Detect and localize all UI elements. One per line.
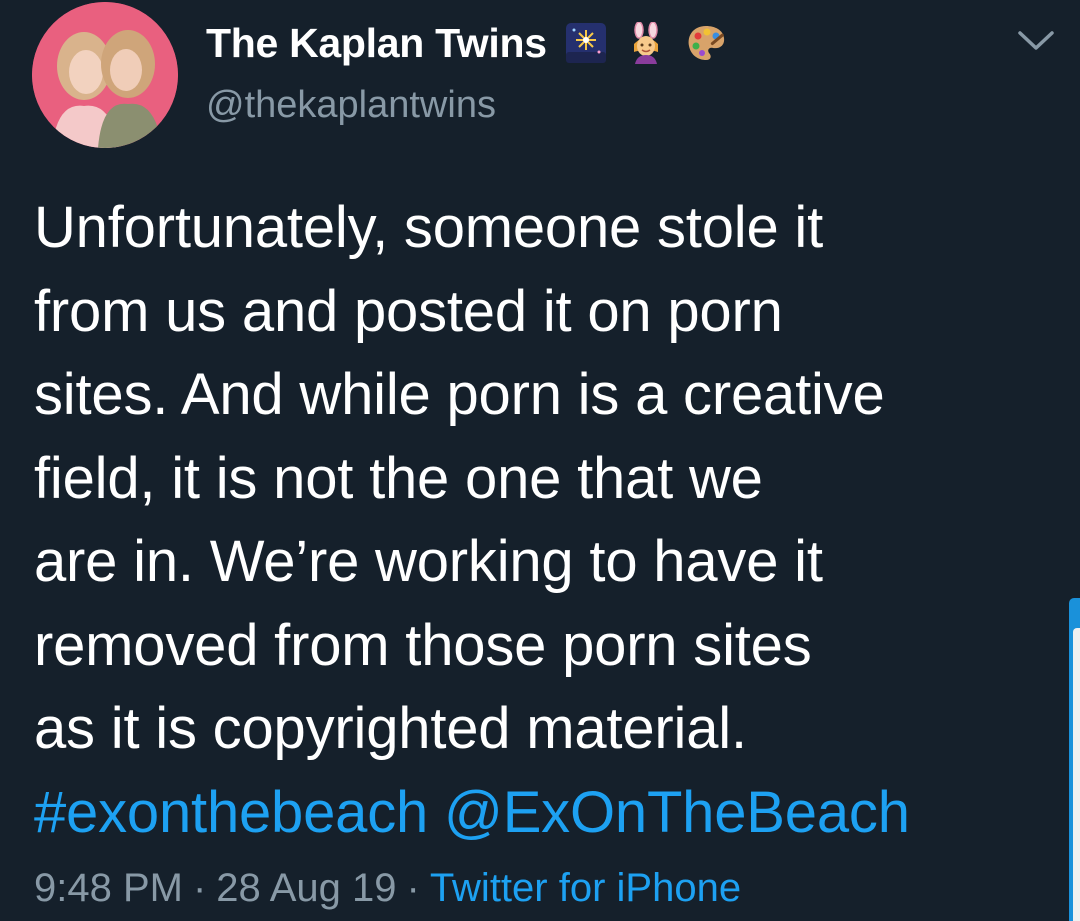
bunny-girls-emoji-icon <box>633 22 658 64</box>
name-emoji-badges <box>565 22 727 64</box>
tweet-text-line: Unfortunately, someone stole it <box>34 195 824 260</box>
tweet-card: The Kaplan Twins @thekaplantwins Unfortu… <box>0 0 1080 921</box>
tweet-text-line: removed from those porn sites <box>34 612 812 678</box>
meta-separator: · <box>406 866 420 910</box>
chevron-down-icon[interactable] <box>1016 28 1056 54</box>
tweet-text-line: are in. We’re working to have it <box>34 529 823 594</box>
tweet-text-line: field, it is not the one that we <box>34 445 763 511</box>
avatar[interactable] <box>32 2 178 148</box>
fireworks-emoji-icon <box>565 23 606 63</box>
scrollbar[interactable] <box>1069 598 1080 921</box>
mention-link[interactable]: @ExOnTheBeach <box>444 780 910 845</box>
tweet-header: The Kaplan Twins @thekaplantwins <box>206 14 727 127</box>
user-handle[interactable]: @thekaplantwins <box>206 84 727 127</box>
artist-palette-emoji-icon <box>688 26 724 60</box>
tweet-links-line: #exonthebeach @ExOnTheBeach <box>34 771 1044 855</box>
meta-separator: · <box>192 866 207 910</box>
tweet-text-line: sites. And while porn is a creative <box>34 362 885 427</box>
avatar-image <box>32 2 178 148</box>
tweet-source-link[interactable]: Twitter for iPhone <box>430 866 741 910</box>
display-name[interactable]: The Kaplan Twins <box>206 20 547 67</box>
tweet-text-line: from us and posted it on porn <box>34 278 783 344</box>
hashtag-link[interactable]: #exonthebeach <box>34 780 428 845</box>
tweet-time: 9:48 PM <box>34 866 183 910</box>
tweet-text: Unfortunately, someone stole it from us … <box>34 186 1044 854</box>
tweet-date: 28 Aug 19 <box>216 866 397 910</box>
name-row: The Kaplan Twins <box>206 14 727 72</box>
tweet-meta: 9:48 PM · 28 Aug 19 · Twitter for iPhone <box>34 866 741 911</box>
tweet-text-line: as it is copyrighted material. <box>34 696 747 761</box>
